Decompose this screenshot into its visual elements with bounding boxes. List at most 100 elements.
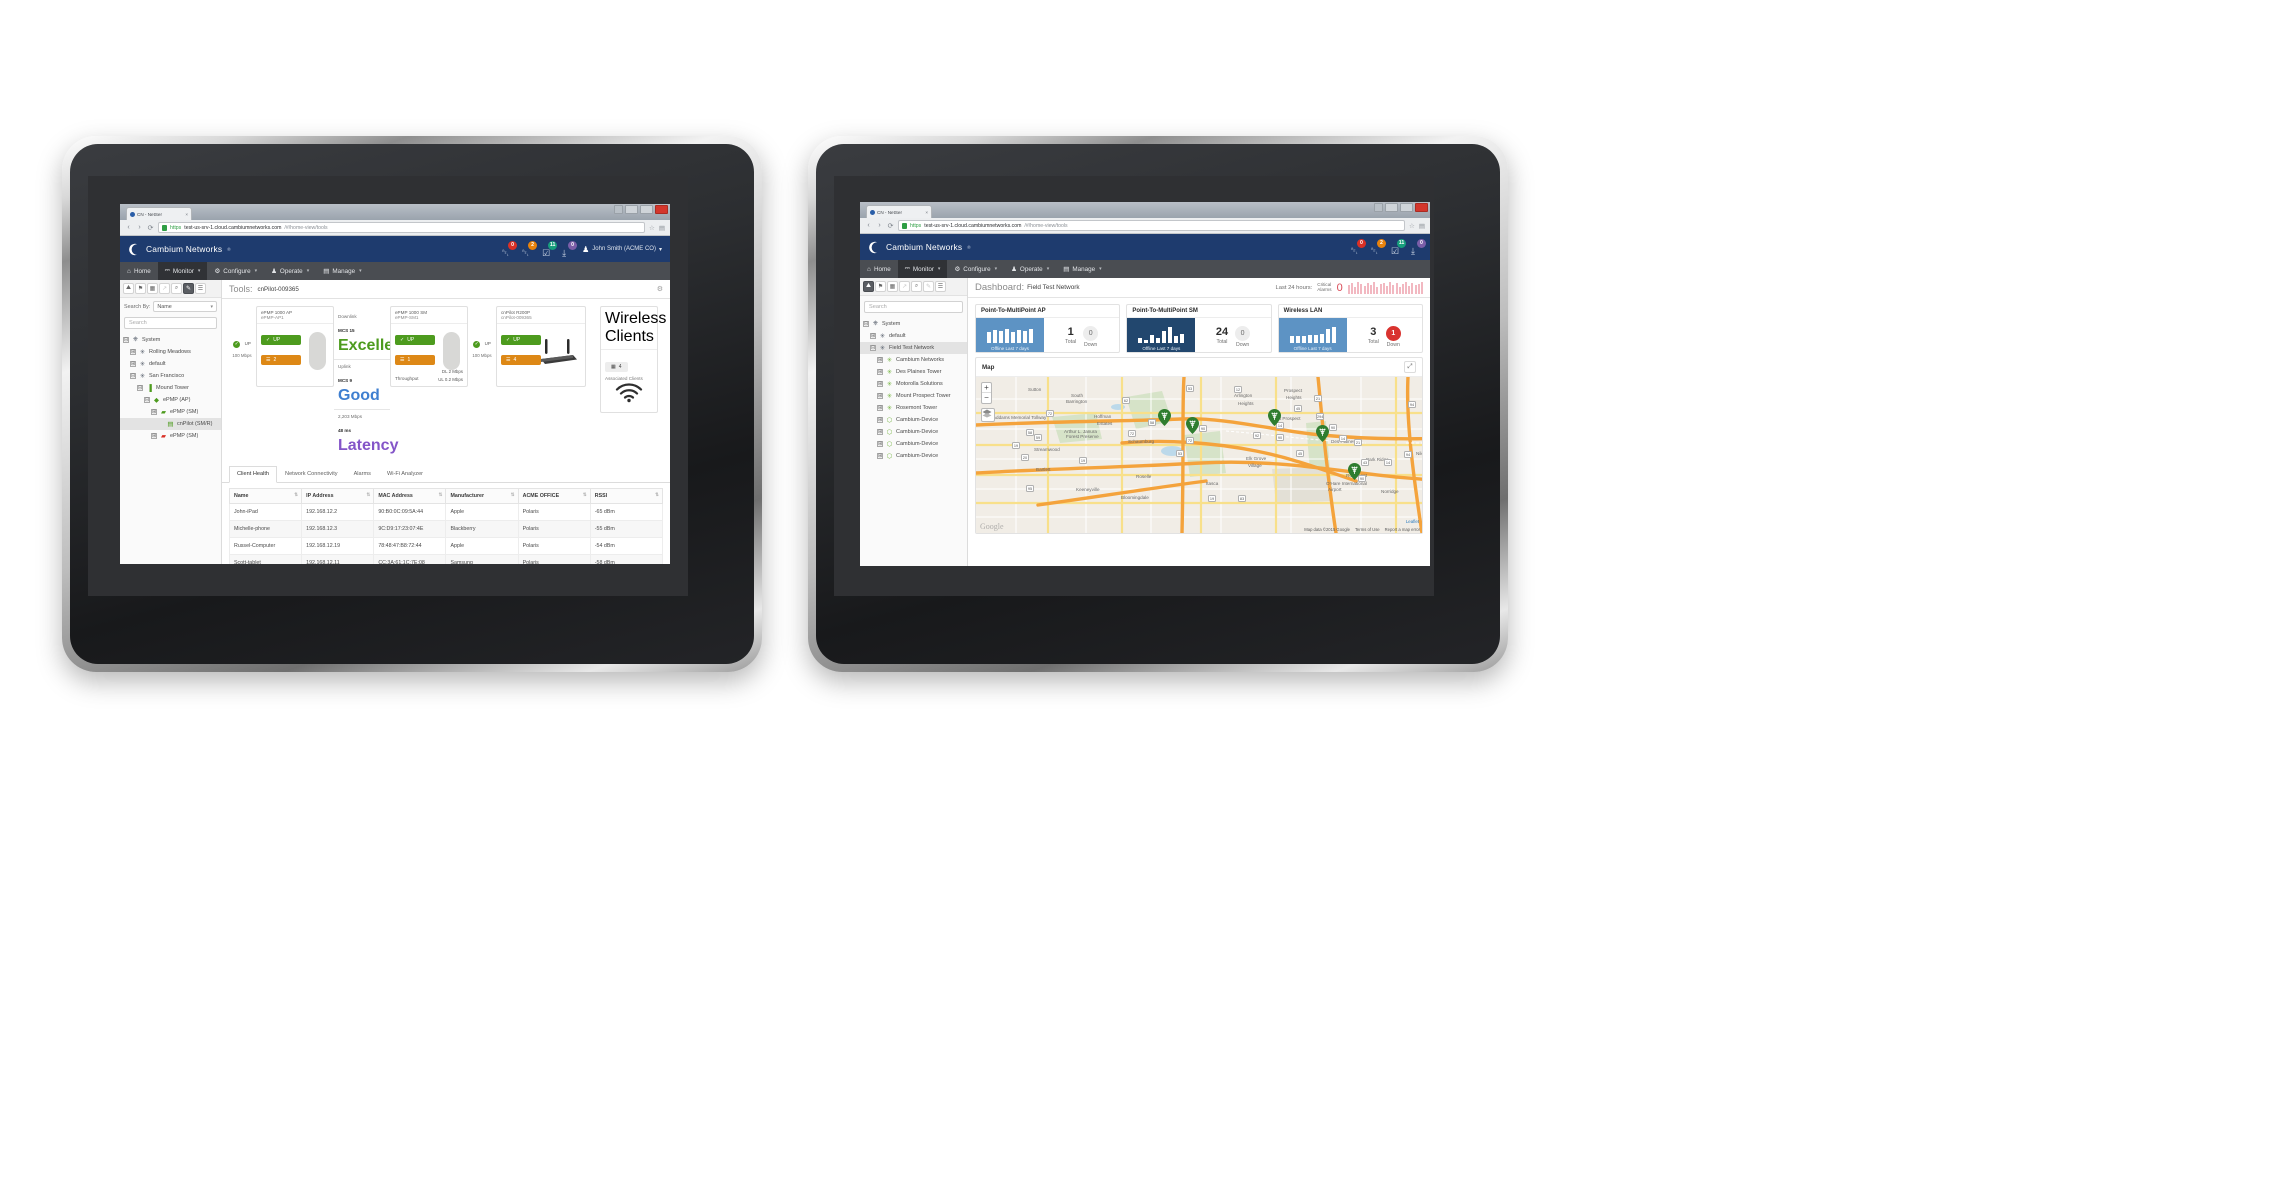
table-row[interactable]: Michelle-phone 192.168.12.3 9C:D9:17:23:07… [228, 520, 664, 538]
alarm-view-icon[interactable]: ⚑ [135, 283, 146, 294]
collapse-icon[interactable]: ⊟ [137, 385, 143, 391]
browser-menu-icon[interactable]: ▤ [1419, 222, 1425, 230]
download-alarm-icon[interactable]: ⤓ 0 [1411, 238, 1426, 256]
tree-node[interactable]: ⊞ ⬡ Cambium-Device [860, 414, 967, 426]
expand-icon[interactable]: ⊞ [877, 393, 883, 399]
table-view-icon[interactable]: ▦ [887, 281, 898, 292]
forward-icon[interactable]: › [876, 222, 883, 229]
window-controls[interactable] [614, 205, 668, 214]
device-tree-left[interactable]: ⊟ ⎈ System ⊞ ✳ Rolling Meadows ⊞ ✳ default ⊟ ✳ San … [120, 333, 221, 446]
tree-node[interactable]: ⊟ ✳ Field Test Network [860, 342, 967, 354]
tree-node[interactable]: ⊟ ▐ Mound Tower [120, 382, 221, 394]
url-input[interactable]: https test-us-srv-1.cloud.cambiumnetwork… [158, 222, 646, 233]
tree-node[interactable]: ⊞ ✳ Motorolla Solutions [860, 378, 967, 390]
back-icon[interactable]: ‹ [865, 222, 872, 229]
forward-icon[interactable]: › [136, 224, 143, 231]
collapse-icon[interactable]: ⊟ [123, 337, 129, 343]
column-header[interactable]: RSSI ⇅ [589, 488, 664, 504]
close-button[interactable] [1415, 203, 1428, 212]
back-icon[interactable]: ‹ [125, 224, 132, 231]
tree-node[interactable]: ⊟ ◆ ePMP (AP) [120, 394, 221, 406]
tree-node[interactable]: ⊞ ✳ Rolling Meadows [120, 346, 221, 358]
sort-icon[interactable]: ⇅ [655, 492, 659, 498]
tree-node[interactable]: ⊞ ✳ default [120, 358, 221, 370]
tab-client-health[interactable]: Client Health [229, 466, 278, 483]
maximize-button[interactable] [1400, 203, 1413, 212]
expand-icon[interactable]: ⊞ [877, 417, 883, 423]
offline-sparkline[interactable]: Offline Last 7 days [1127, 318, 1196, 352]
column-header[interactable]: Name ⇅ [228, 488, 303, 504]
tree-node[interactable]: ⊞ ⬡ Cambium-Device [860, 450, 967, 462]
column-header[interactable]: Manufacturer ⇅ [445, 488, 519, 504]
tools-view-icon[interactable]: ✎ [923, 281, 934, 292]
collapse-icon[interactable]: ⊟ [863, 321, 869, 327]
sort-icon[interactable]: ⇅ [439, 492, 443, 498]
content-tabs-left[interactable]: Client Health Network Connectivity Alarms W… [222, 466, 670, 483]
column-header[interactable]: IP Address ⇅ [301, 488, 375, 504]
tree-node[interactable]: ⊞ ⬡ Cambium-Device [860, 426, 967, 438]
device-tree-right[interactable]: ⊟ ⎈ System ⊞ ✳ default ⊟ ✳ Field Test Network ⊞ ✳ C… [860, 317, 967, 466]
brand-logo[interactable]: Cambium Networks ® [868, 241, 971, 254]
major-alarm-icon[interactable]: ␇ 2 [522, 240, 538, 258]
zoom-out-button[interactable]: − [982, 393, 991, 403]
tree-node[interactable]: ⊞ ✳ Mount Prospect Tower [860, 390, 967, 402]
tab-alarms[interactable]: Alarms [346, 466, 379, 482]
table-row[interactable]: John-iPad 192.168.12.2 90:B0:0C:09:5A:44 Ap… [228, 503, 664, 521]
alarm-view-icon[interactable]: ⚑ [875, 281, 886, 292]
reload-icon[interactable]: ⟳ [887, 222, 894, 230]
download-alarm-icon[interactable]: ⤓ 0 [562, 240, 578, 258]
tree-search-input-right[interactable]: Search [864, 301, 963, 313]
tree-node[interactable]: ▤ cnPilot (SM/R) [120, 418, 221, 430]
url-input[interactable]: https test-us-srv-1.cloud.cambiumnetwork… [898, 220, 1406, 231]
menu-operate[interactable]: ♟ Operate ▾ [264, 262, 316, 280]
sort-icon[interactable]: ⇅ [366, 492, 370, 498]
dashboard-view-icon[interactable]: ⛰ [863, 281, 874, 292]
menu-home[interactable]: ⌂ Home [120, 262, 158, 280]
window-controls[interactable] [1374, 203, 1428, 212]
close-button[interactable] [655, 205, 668, 214]
expand-icon[interactable]: ⊞ [877, 369, 883, 375]
expand-icon[interactable]: ⊞ [151, 409, 157, 415]
tools-view-icon[interactable]: ✎ [183, 283, 194, 294]
tree-node[interactable]: ⊞ ✳ Des Plaines Tower [860, 366, 967, 378]
critical-alarm-icon[interactable]: ␇ 0 [502, 240, 518, 258]
chart-view-icon[interactable]: ↗ [899, 281, 910, 292]
leaflet-attribution[interactable]: Leaflet [1406, 519, 1419, 524]
major-alarm-icon[interactable]: ␇ 2 [1371, 238, 1386, 256]
expand-icon[interactable]: ⊞ [877, 381, 883, 387]
menu-monitor[interactable]: ⎓ Monitor ▾ [897, 260, 948, 278]
map-canvas[interactable]: Sutton South Barrington Hoffman Estates Arlin… [976, 377, 1422, 533]
maximize-button[interactable] [640, 205, 653, 214]
device-card-router[interactable]: cnPilot R200P cnPilot-009365 ✓ UP ☰ 4 [496, 306, 586, 387]
offline-sparkline[interactable]: Offline Last 7 days [976, 318, 1044, 352]
expand-icon[interactable]: ⊞ [877, 429, 883, 435]
critical-alarm-icon[interactable]: ␇ 0 [1351, 238, 1366, 256]
tab-close-icon[interactable]: × [925, 210, 928, 215]
collapse-icon[interactable]: ⊟ [144, 397, 150, 403]
minimize-button[interactable] [1385, 203, 1398, 212]
expand-icon[interactable]: ⊞ [877, 441, 883, 447]
brand-logo[interactable]: Cambium Networks ® [128, 243, 231, 256]
window-extra-button[interactable] [614, 205, 623, 214]
terms-of-use-link[interactable]: Terms of Use [1355, 527, 1380, 532]
bookmark-star-icon[interactable]: ☆ [1409, 222, 1415, 230]
table-view-icon[interactable]: ▦ [147, 283, 158, 294]
collapse-icon[interactable]: ⊟ [870, 345, 876, 351]
menu-configure[interactable]: ⚙ Configure ▾ [207, 262, 264, 280]
list-view-icon[interactable]: ☰ [935, 281, 946, 292]
sort-icon[interactable]: ⇅ [294, 492, 298, 498]
browser-menu-icon[interactable]: ▤ [659, 224, 665, 232]
menu-manage[interactable]: ▤ Manage ▾ [1056, 260, 1108, 278]
tree-node[interactable]: ⊞ ✳ Cambium Networks [860, 354, 967, 366]
tree-node[interactable]: ⊞ ▰ ePMP (SM) [120, 406, 221, 418]
menu-manage[interactable]: ▤ Manage ▾ [316, 262, 368, 280]
tab-close-icon[interactable]: × [185, 212, 188, 217]
expand-icon[interactable]: ⊞ [870, 333, 876, 339]
search-by-select[interactable]: Name ▾ [153, 301, 217, 312]
expand-icon[interactable]: ⊞ [877, 453, 883, 459]
task-alarm-icon[interactable]: ☑ 11 [1391, 238, 1406, 256]
reload-icon[interactable]: ⟳ [147, 224, 154, 232]
menu-monitor[interactable]: ⎓ Monitor ▾ [157, 262, 208, 280]
window-extra-button[interactable] [1374, 203, 1383, 212]
expand-icon[interactable]: ⊞ [877, 357, 883, 363]
